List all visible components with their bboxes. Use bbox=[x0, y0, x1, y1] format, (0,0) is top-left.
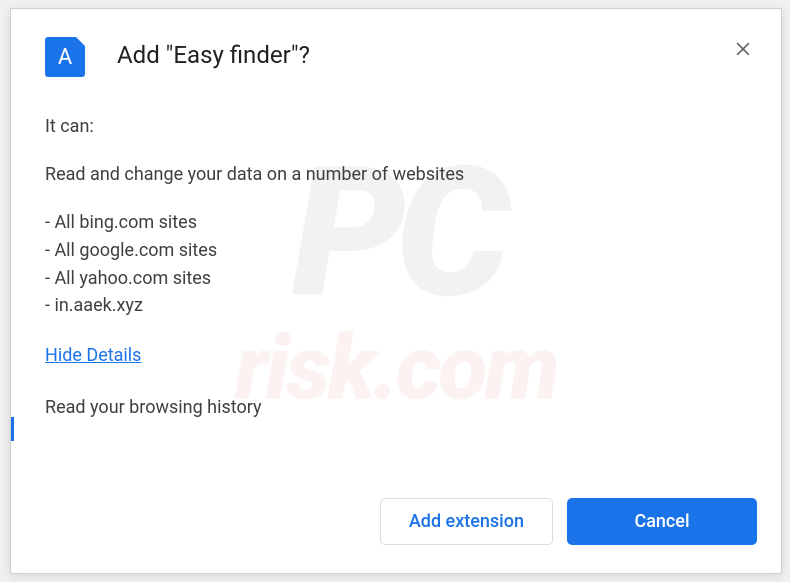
hide-details-link[interactable]: Hide Details bbox=[45, 342, 141, 370]
add-extension-button[interactable]: Add extension bbox=[380, 498, 553, 545]
permission-read-change: Read and change your data on a number of… bbox=[45, 161, 747, 189]
it-can-label: It can: bbox=[45, 113, 747, 141]
permission-history: Read your browsing history bbox=[45, 394, 747, 422]
close-icon bbox=[733, 39, 753, 59]
dialog-body: It can: Read and change your data on a n… bbox=[11, 77, 781, 498]
dialog-footer: Add extension Cancel bbox=[11, 498, 781, 573]
permission-site-item: - All yahoo.com sites bbox=[45, 265, 747, 293]
permission-site-item: - All bing.com sites bbox=[45, 209, 747, 237]
extension-icon: A bbox=[45, 37, 85, 77]
dialog-title: Add "Easy finder"? bbox=[117, 41, 310, 69]
close-button[interactable] bbox=[729, 35, 757, 63]
extension-icon-letter: A bbox=[58, 45, 72, 70]
permission-site-item: - in.aaek.xyz bbox=[45, 292, 747, 320]
dialog-content: A Add "Easy finder"? It can: Read and ch… bbox=[11, 9, 781, 573]
permission-site-list: - All bing.com sites - All google.com si… bbox=[45, 209, 747, 321]
dialog-header: A Add "Easy finder"? bbox=[11, 9, 781, 77]
extension-install-dialog: PC risk.com A Add "Easy finder"? It can:… bbox=[10, 8, 782, 574]
cancel-button[interactable]: Cancel bbox=[567, 498, 757, 545]
permission-site-item: - All google.com sites bbox=[45, 237, 747, 265]
